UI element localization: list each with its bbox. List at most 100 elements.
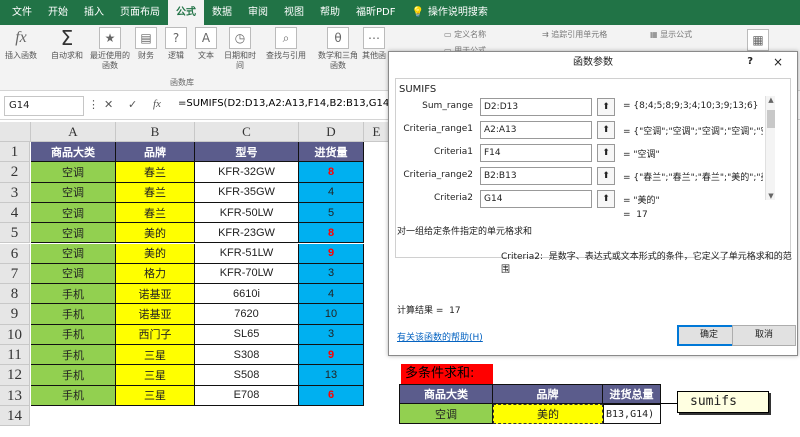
show-formulas-button[interactable]: ▦ 显示公式 [650,29,692,40]
finance-button[interactable]: ▤ 财务 [132,27,160,61]
formula-input[interactable]: =SUMIFS(D2:D13,A2:A13,F14,B2:B13,G14) [178,98,393,109]
table-cell[interactable]: 3 [299,324,364,345]
close-icon[interactable]: × [773,55,783,69]
lookup-button[interactable]: ⌕ 查找与引用 [262,27,310,61]
row-header-1[interactable]: 1 [0,142,30,163]
row-header-9[interactable]: 9 [0,304,30,325]
multi-cell-category[interactable]: 空调 [399,404,493,424]
table-header-cell[interactable]: 进货量 [299,142,364,163]
table-cell[interactable]: 手机 [31,304,116,325]
table-cell[interactable]: 诺基亚 [116,304,195,325]
recent-functions-button[interactable]: ★ 最近使用的函数 [90,27,130,71]
table-cell[interactable]: KFR-50LW [195,202,299,224]
table-cell[interactable]: 手机 [31,324,116,345]
table-cell[interactable]: 空调 [31,223,116,244]
multi-header-brand[interactable]: 品牌 [493,384,603,404]
tab-6[interactable]: 审阅 [240,0,276,25]
fx-icon[interactable]: fx [153,98,161,110]
table-cell[interactable]: 6610i [195,284,299,305]
table-cell[interactable]: 空调 [31,202,116,224]
arg-input[interactable]: B2:B13 [480,167,592,185]
tab-3[interactable]: 页面布局 [112,0,168,25]
math-button[interactable]: θ 数学和三角函数 [316,27,360,71]
table-cell[interactable]: 10 [299,304,364,325]
col-header-c[interactable]: C [195,122,299,142]
table-cell[interactable]: 三星 [116,385,195,406]
tab-1[interactable]: 开始 [40,0,76,25]
table-cell[interactable]: 手机 [31,365,116,386]
table-cell[interactable]: 手机 [31,284,116,305]
table-cell[interactable]: 3 [299,263,364,285]
table-cell[interactable]: 空调 [31,263,116,285]
table-cell[interactable]: KFR-32GW [195,162,299,183]
trace-precedents-button[interactable]: ⇉ 追踪引用单元格 [542,29,607,40]
function-help-link[interactable]: 有关该函数的帮助(H) [397,330,483,343]
row-header-13[interactable]: 13 [0,385,30,406]
table-cell[interactable]: 西门子 [116,324,195,345]
scroll-thumb[interactable] [767,110,775,128]
table-header-cell[interactable]: 品牌 [116,142,195,163]
table-cell[interactable]: E708 [195,385,299,406]
table-cell[interactable]: KFR-23GW [195,223,299,244]
table-cell[interactable]: 空调 [31,243,116,264]
table-cell[interactable]: 格力 [116,263,195,285]
table-cell[interactable]: 13 [299,365,364,386]
table-cell[interactable]: 8 [299,162,364,183]
table-cell[interactable]: 6 [299,385,364,406]
table-cell[interactable]: 春兰 [116,182,195,203]
table-header-cell[interactable]: 型号 [195,142,299,163]
table-cell[interactable]: 4 [299,182,364,203]
table-cell[interactable]: 美的 [116,243,195,264]
tab-8[interactable]: 帮助 [312,0,348,25]
tab-0[interactable]: 文件 [4,0,40,25]
define-name-button[interactable]: ▭ 定义名称 [444,29,486,40]
table-cell[interactable]: SL65 [195,324,299,345]
arg-input[interactable]: F14 [480,144,592,162]
table-cell[interactable]: 空调 [31,162,116,183]
table-cell[interactable]: 手机 [31,345,116,366]
cancel-button[interactable]: 取消 [732,325,796,346]
logic-button[interactable]: ? 逻辑 [162,27,190,61]
multi-cell-total[interactable]: B13,G14) [603,404,661,424]
row-header-12[interactable]: 12 [0,365,30,386]
table-cell[interactable]: 美的 [116,223,195,244]
table-cell[interactable]: 三星 [116,345,195,366]
tab-10[interactable]: 💡 操作说明搜索 [403,0,495,25]
table-cell[interactable]: KFR-70LW [195,263,299,285]
arg-input[interactable]: D2:D13 [480,98,592,116]
table-cell[interactable]: 8 [299,223,364,244]
multi-cell-brand[interactable]: 美的 [493,404,603,424]
multi-header-category[interactable]: 商品大类 [399,384,493,404]
table-cell[interactable]: 春兰 [116,202,195,224]
row-header-10[interactable]: 10 [0,324,30,345]
help-icon[interactable]: ? [747,56,753,67]
tab-5[interactable]: 数据 [204,0,240,25]
col-header-a[interactable]: A [31,122,116,142]
scroll-up-icon[interactable]: ▲ [766,96,776,104]
text-button[interactable]: A 文本 [192,27,220,61]
tab-9[interactable]: 福昕PDF [348,0,403,25]
arg-input[interactable]: G14 [480,190,592,208]
table-cell[interactable]: KFR-35GW [195,182,299,203]
table-cell[interactable]: 诺基亚 [116,284,195,305]
row-header-14[interactable]: 14 [0,405,30,427]
table-cell[interactable]: 9 [299,243,364,264]
row-header-2[interactable]: 2 [0,162,30,183]
collapse-arrow-icon[interactable]: ⬆ [597,98,615,116]
more-functions-button[interactable]: ⋯ 其他函 [362,27,386,61]
row-header-11[interactable]: 11 [0,345,30,366]
scroll-down-icon[interactable]: ▼ [766,192,776,200]
table-cell[interactable]: 7620 [195,304,299,325]
cancel-icon[interactable]: ✕ [104,98,113,111]
arguments-scrollbar[interactable]: ▲ ▼ [765,96,775,200]
table-cell[interactable]: 4 [299,284,364,305]
datetime-button[interactable]: ◷ 日期和时间 [222,27,258,71]
row-header-3[interactable]: 3 [0,182,30,203]
table-cell[interactable]: 空调 [31,182,116,203]
collapse-arrow-icon[interactable]: ⬆ [597,121,615,139]
table-cell[interactable]: 9 [299,345,364,366]
table-header-cell[interactable]: 商品大类 [31,142,116,163]
confirm-icon[interactable]: ✓ [128,98,137,111]
col-header-e[interactable]: E [364,122,390,142]
table-cell[interactable]: S508 [195,365,299,386]
